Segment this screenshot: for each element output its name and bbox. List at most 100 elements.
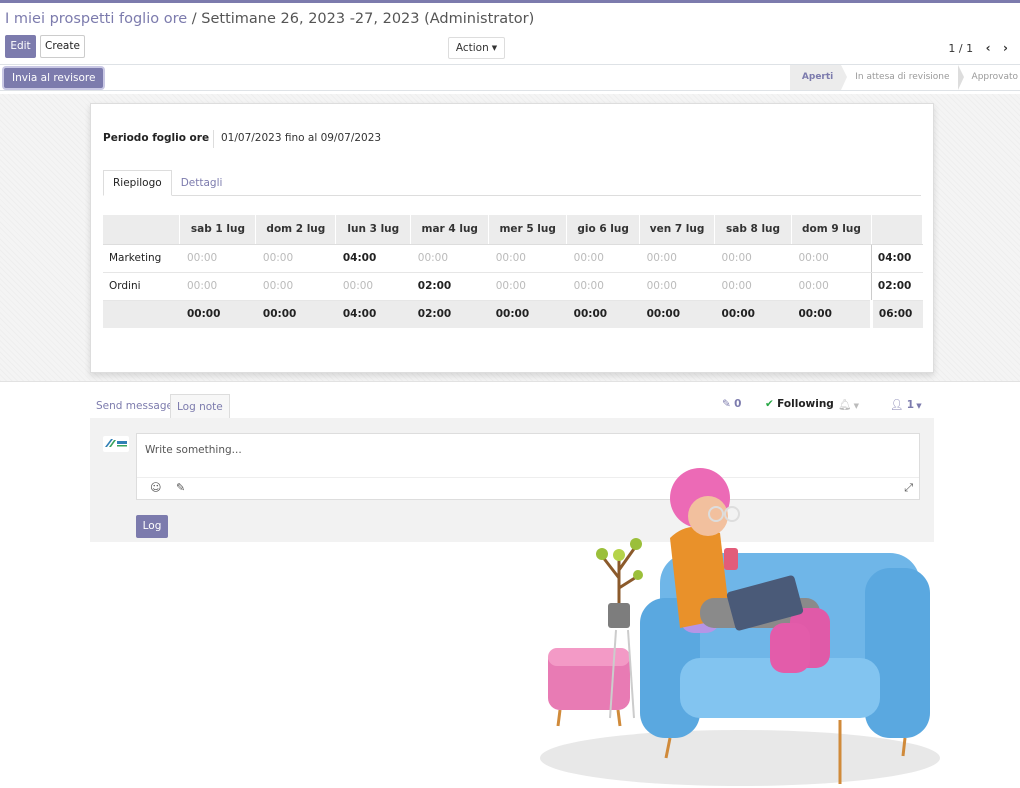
create-button[interactable]: Create [40, 35, 85, 58]
log-button[interactable]: Log [136, 515, 168, 538]
grid-cell[interactable]: 00:00 [255, 244, 336, 273]
control-panel: I miei prospetti foglio ore / Settimane … [0, 3, 1020, 65]
grid-header-total [871, 215, 924, 245]
grid-header-row: sab 1 lug dom 2 lug lun 3 lug mar 4 lug … [103, 215, 924, 245]
table-row: Marketing 00:00 00:00 04:00 00:00 00:00 … [103, 244, 923, 273]
grid-header-day: lun 3 lug [335, 215, 412, 245]
breadcrumb-parent-link[interactable]: I miei prospetti foglio ore [5, 11, 187, 27]
edit-button[interactable]: Edit [5, 35, 36, 58]
pager: 1 / 1 ‹ › [948, 41, 1008, 55]
row-name: Ordini [103, 272, 180, 301]
table-row: Ordini 00:00 00:00 00:00 02:00 00:00 00:… [103, 272, 923, 301]
send-message-button[interactable]: Send message [90, 394, 179, 418]
attachments-button[interactable]: ✎ 0 [722, 398, 741, 410]
timesheet-grid: sab 1 lug dom 2 lug lun 3 lug mar 4 lug … [103, 215, 924, 328]
statusbar: Invia al revisore Aperti In attesa di re… [0, 65, 1020, 91]
row-name: Marketing [103, 244, 180, 273]
footer-cell: 00:00 [488, 300, 567, 328]
breadcrumb: I miei prospetti foglio ore / Settimane … [5, 11, 534, 27]
grid-cell[interactable]: 00:00 [488, 272, 567, 301]
stage-approved-label: Approvato [971, 72, 1018, 82]
grid-cell[interactable]: 00:00 [179, 272, 256, 301]
grid-cell[interactable]: 04:00 [335, 244, 411, 273]
footer-cell: 04:00 [335, 300, 411, 328]
grid-cell[interactable]: 00:00 [639, 272, 715, 301]
attachment-icon[interactable]: ✎ [176, 481, 185, 494]
pager-previous-icon[interactable]: ‹ [986, 41, 991, 55]
row-total: 02:00 [870, 272, 923, 301]
chatter-topbar: Send message Log note ✎ 0 ✔ Following 🔔︎… [90, 394, 934, 418]
composer-placeholder: Write something... [145, 444, 242, 456]
bell-icon: 🔔︎ [838, 399, 852, 411]
grand-total: 06:00 [869, 300, 923, 328]
notebook-tabs: Riepilogo Dettagli [103, 170, 921, 196]
breadcrumb-separator: / [187, 11, 202, 27]
grid-cell[interactable]: 00:00 [410, 244, 489, 273]
tab-details[interactable]: Dettagli [172, 171, 232, 197]
breadcrumb-current: Settimane 26, 2023 -27, 2023 (Administra… [201, 11, 535, 27]
grid-header-day: dom 2 lug [255, 215, 337, 245]
grid-cell[interactable]: 00:00 [714, 272, 792, 301]
footer-empty [103, 300, 180, 328]
grid-cell[interactable]: 00:00 [335, 272, 411, 301]
followers-count: 1 [906, 399, 914, 411]
caret-down-icon: ▼ [491, 44, 498, 52]
footer-cell: 00:00 [639, 300, 715, 328]
footer-cell: 00:00 [179, 300, 256, 328]
stage-waiting-review[interactable]: In attesa di revisione [841, 65, 964, 90]
pager-next-icon[interactable]: › [1003, 41, 1008, 55]
check-icon: ✔ [765, 398, 774, 410]
grid-cell[interactable]: 00:00 [566, 272, 640, 301]
grid-footer-row: 00:00 00:00 04:00 02:00 00:00 00:00 00:0… [103, 300, 923, 328]
grid-header-day: mer 5 lug [488, 215, 568, 245]
stage-open[interactable]: Aperti [789, 65, 848, 90]
user-icon: 👤︎ [890, 399, 904, 411]
action-dropdown-button[interactable]: Action ▼ [448, 37, 505, 59]
footer-cell: 02:00 [410, 300, 489, 328]
submit-to-reviewer-button[interactable]: Invia al revisore [4, 68, 104, 88]
person-on-sofa-illustration [540, 468, 940, 786]
grid-cell[interactable]: 02:00 [410, 272, 489, 301]
grid-cell[interactable]: 00:00 [255, 272, 336, 301]
grid-cell[interactable]: 00:00 [791, 272, 872, 301]
action-label: Action [455, 42, 489, 54]
grid-cell[interactable]: 00:00 [488, 244, 567, 273]
grid-header-day: sab 1 lug [179, 215, 257, 245]
grid-header-day: dom 9 lug [791, 215, 872, 245]
grid-cell[interactable]: 00:00 [179, 244, 256, 273]
followers-dropdown[interactable]: 👤︎ 1 ▼ [890, 398, 922, 411]
pager-value[interactable]: 1 / 1 [948, 42, 973, 55]
stage-pipeline: Aperti In attesa di revisione Approvato [789, 65, 1020, 90]
stage-approved[interactable]: Approvato [957, 65, 1020, 90]
period-label: Periodo foglio ore [103, 132, 210, 144]
stage-waiting-review-label: In attesa di revisione [855, 72, 950, 82]
paperclip-icon: ✎ [722, 398, 731, 410]
footer-cell: 00:00 [714, 300, 792, 328]
grid-header-empty [103, 215, 181, 245]
avatar [103, 436, 129, 452]
log-note-button[interactable]: Log note [170, 394, 230, 418]
grid-cell[interactable]: 00:00 [566, 244, 640, 273]
footer-cell: 00:00 [791, 300, 872, 328]
tab-summary[interactable]: Riepilogo [103, 170, 172, 196]
grid-cell[interactable]: 00:00 [714, 244, 792, 273]
caret-down-icon: ▼ [851, 402, 859, 410]
emoji-icon[interactable]: ☺ [150, 481, 161, 494]
caret-down-icon: ▼ [914, 402, 922, 410]
grid-cell[interactable]: 00:00 [791, 244, 872, 273]
row-total: 04:00 [870, 244, 923, 273]
grid-header-day: ven 7 lug [639, 215, 716, 245]
grid-header-day: mar 4 lug [410, 215, 490, 245]
footer-cell: 00:00 [566, 300, 640, 328]
follow-button[interactable]: ✔ Following [765, 398, 834, 410]
form-background: Periodo foglio ore 01/07/2023 fino al 09… [0, 94, 1020, 382]
following-label: Following [777, 398, 834, 410]
company-logo-icon [105, 439, 127, 447]
footer-cell: 00:00 [255, 300, 336, 328]
grid-cell[interactable]: 00:00 [639, 244, 715, 273]
stage-open-label: Aperti [801, 72, 834, 82]
notification-bell-dropdown[interactable]: 🔔︎ ▼ [838, 398, 859, 411]
grid-header-day: sab 8 lug [714, 215, 792, 245]
grid-header-day: gio 6 lug [566, 215, 641, 245]
period-value: 01/07/2023 fino al 09/07/2023 [213, 130, 381, 148]
